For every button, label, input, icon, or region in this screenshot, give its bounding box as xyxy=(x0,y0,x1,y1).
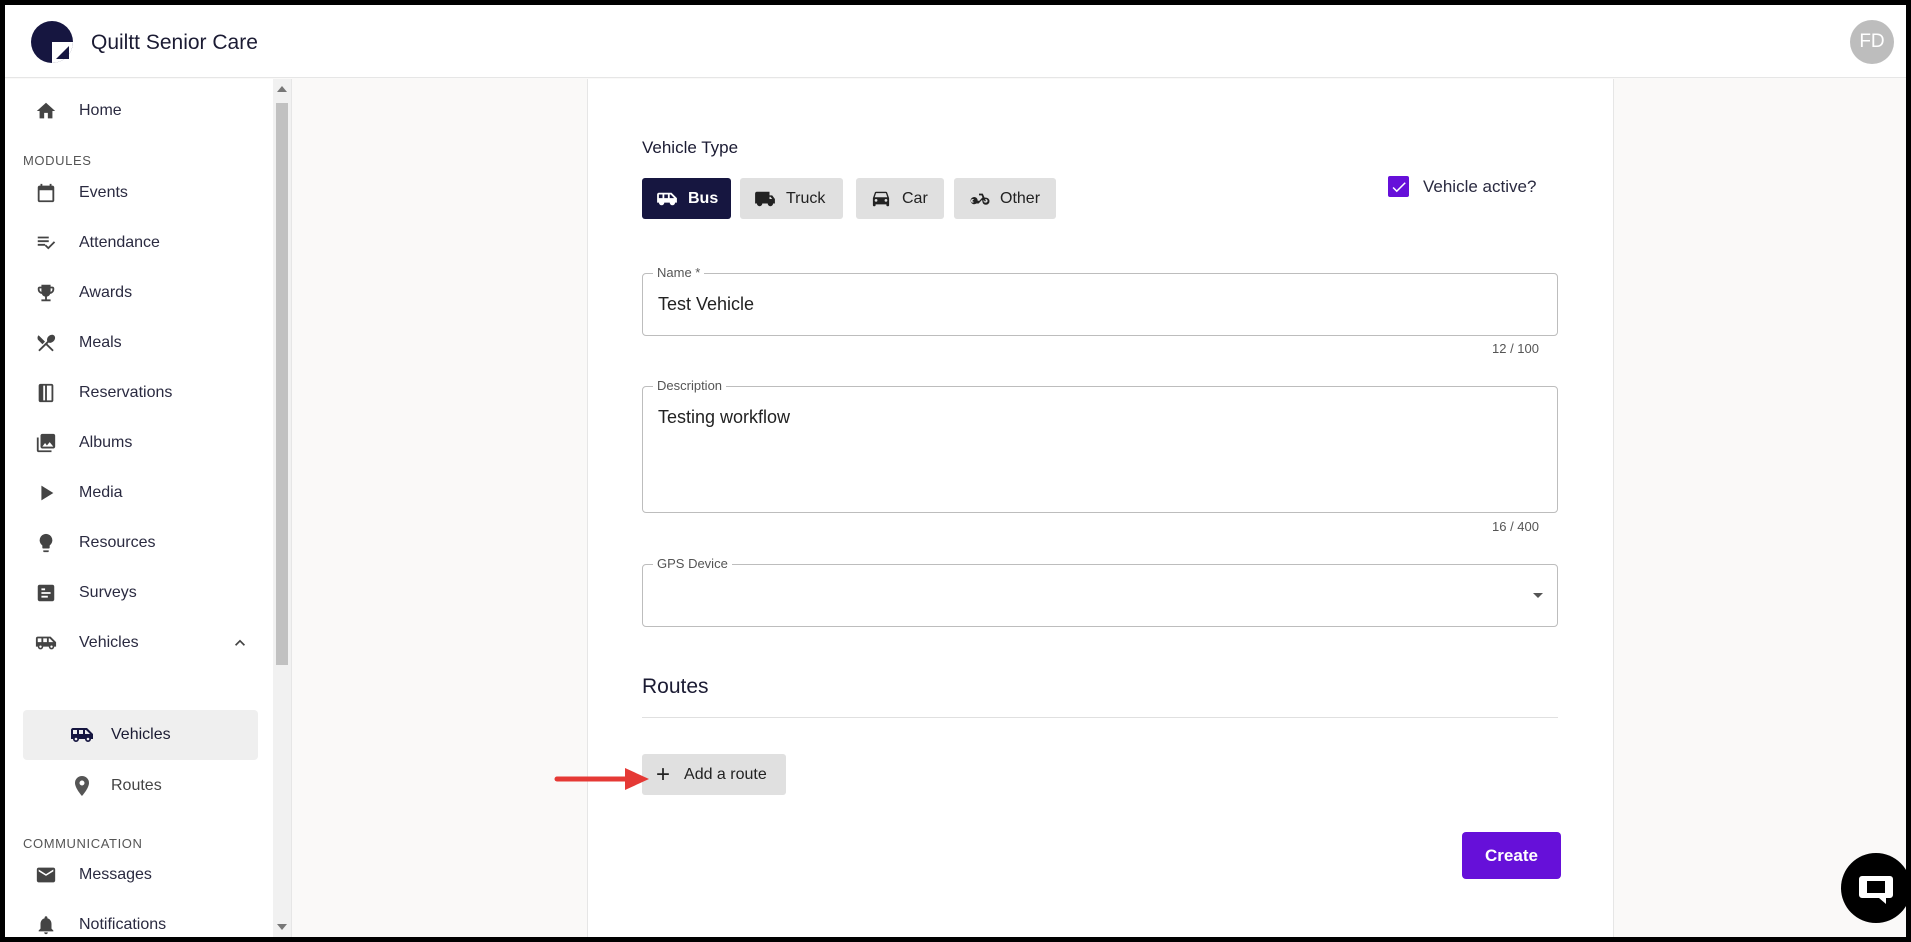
vehicle-type-label: Truck xyxy=(786,189,826,207)
book-icon xyxy=(33,380,59,406)
survey-icon xyxy=(33,580,59,606)
communication-section-label: COMMUNICATION xyxy=(23,836,143,851)
sidebar-item-label: Albums xyxy=(79,434,133,451)
sidebar-item-label: Notifications xyxy=(79,916,167,933)
sidebar-scrollbar[interactable] xyxy=(273,79,291,937)
name-field[interactable]: Name * Test Vehicle xyxy=(642,265,1558,336)
modules-section-label: MODULES xyxy=(23,153,92,168)
sidebar-item-label: Attendance xyxy=(79,234,160,251)
sidebar-item-label: Messages xyxy=(79,866,152,883)
gps-device-label: GPS Device xyxy=(653,556,732,571)
mail-icon xyxy=(33,862,59,888)
plus-icon: + xyxy=(656,760,671,788)
home-icon xyxy=(33,98,59,124)
scroll-down-arrow-icon[interactable] xyxy=(277,924,287,930)
description-char-counter: 16 / 400 xyxy=(1492,519,1539,534)
sidebar-item-messages[interactable]: Messages xyxy=(23,851,253,899)
quiltt-logo xyxy=(31,21,73,63)
trophy-icon xyxy=(33,280,59,306)
vehicle-type-label: Other xyxy=(1000,189,1041,207)
vehicle-form-panel: Vehicle Type Bus Truck Car Other Vehicle… xyxy=(587,79,1614,937)
name-field-label: Name * xyxy=(653,265,705,280)
sidebar-item-label: Surveys xyxy=(79,584,137,601)
scroll-up-arrow-icon[interactable] xyxy=(277,86,287,92)
vehicle-type-label: Car xyxy=(902,189,928,207)
lightbulb-icon xyxy=(33,530,59,556)
chat-widget-button[interactable] xyxy=(1841,853,1906,923)
chat-bubble-icon xyxy=(1859,876,1893,904)
description-textarea[interactable]: Testing workflow xyxy=(658,407,790,428)
add-route-label: Add a route xyxy=(684,765,767,783)
user-avatar[interactable]: FD xyxy=(1850,20,1894,64)
vehicle-type-label: Vehicle Type xyxy=(642,138,739,157)
sidebar-item-label: Media xyxy=(79,484,123,501)
sidebar-item-label: Home xyxy=(79,102,122,119)
app-window: Quiltt Senior Care FD Home MODULES Event… xyxy=(5,5,1906,937)
vehicle-type-car-button[interactable]: Car xyxy=(856,178,944,219)
name-char-counter: 12 / 100 xyxy=(1492,341,1539,356)
sidebar: Home MODULES Events Attendance Awards Me… xyxy=(5,79,292,937)
scroll-thumb[interactable] xyxy=(276,103,288,665)
name-input[interactable]: Test Vehicle xyxy=(658,294,754,315)
app-title: Quiltt Senior Care xyxy=(91,31,258,54)
sidebar-item-label: Reservations xyxy=(79,384,173,401)
sidebar-subitem-routes[interactable]: Routes xyxy=(23,761,258,811)
sidebar-item-label: Events xyxy=(79,184,128,201)
sidebar-subitem-label: Routes xyxy=(111,777,162,794)
add-route-button[interactable]: + Add a route xyxy=(642,754,786,795)
photos-icon xyxy=(33,430,59,456)
motorcycle-icon xyxy=(970,193,990,205)
sidebar-item-notifications[interactable]: Notifications xyxy=(23,901,253,937)
sidebar-item-attendance[interactable]: Attendance xyxy=(23,219,253,267)
sidebar-item-awards[interactable]: Awards xyxy=(23,269,253,317)
sidebar-item-label: Vehicles xyxy=(79,634,139,651)
description-field[interactable]: Description Testing workflow xyxy=(642,378,1558,513)
routes-divider xyxy=(642,717,1558,718)
sidebar-subitem-vehicles[interactable]: Vehicles xyxy=(23,710,258,760)
routes-heading: Routes xyxy=(642,675,709,698)
sidebar-item-reservations[interactable]: Reservations xyxy=(23,369,253,417)
vehicle-type-label: Bus xyxy=(688,189,719,207)
van-icon xyxy=(67,722,97,748)
description-field-label: Description xyxy=(653,378,727,393)
play-icon xyxy=(33,480,59,506)
create-button[interactable]: Create xyxy=(1462,832,1561,879)
calendar-icon xyxy=(33,180,59,206)
sidebar-item-resources[interactable]: Resources xyxy=(23,519,253,567)
truck-icon xyxy=(755,191,775,206)
sidebar-item-events[interactable]: Events xyxy=(23,169,253,217)
sidebar-item-albums[interactable]: Albums xyxy=(23,419,253,467)
sidebar-item-label: Awards xyxy=(79,284,133,301)
sidebar-item-meals[interactable]: Meals xyxy=(23,319,253,367)
vehicle-type-other-button[interactable]: Other xyxy=(954,178,1056,219)
utensils-icon xyxy=(33,330,59,356)
vehicle-active-checkbox[interactable]: Vehicle active? xyxy=(1388,176,1536,197)
van-icon xyxy=(33,630,59,656)
sidebar-item-home[interactable]: Home xyxy=(23,87,253,135)
vehicle-type-truck-button[interactable]: Truck xyxy=(740,178,843,219)
vehicle-type-bus-button[interactable]: Bus xyxy=(642,178,731,219)
sidebar-item-surveys[interactable]: Surveys xyxy=(23,569,253,617)
vehicle-active-label: Vehicle active? xyxy=(1423,176,1537,196)
sidebar-item-label: Resources xyxy=(79,534,156,551)
dropdown-arrow-icon[interactable] xyxy=(1533,593,1543,598)
annotation-arrow-icon xyxy=(554,768,649,790)
pin-icon xyxy=(67,773,97,799)
car-icon xyxy=(872,191,890,206)
chevron-up-icon[interactable] xyxy=(230,633,250,653)
sidebar-item-label: Meals xyxy=(79,334,122,351)
top-header: Quiltt Senior Care FD xyxy=(5,5,1906,78)
gps-device-select[interactable]: GPS Device xyxy=(642,556,1558,627)
bell-icon xyxy=(33,912,59,937)
sidebar-subitem-label: Vehicles xyxy=(111,726,171,743)
checklist-icon xyxy=(33,230,59,256)
sidebar-item-media[interactable]: Media xyxy=(23,469,253,517)
bus-icon xyxy=(657,192,677,205)
checkbox-checked-icon[interactable] xyxy=(1388,176,1409,197)
sidebar-item-vehicles[interactable]: Vehicles xyxy=(23,619,258,667)
